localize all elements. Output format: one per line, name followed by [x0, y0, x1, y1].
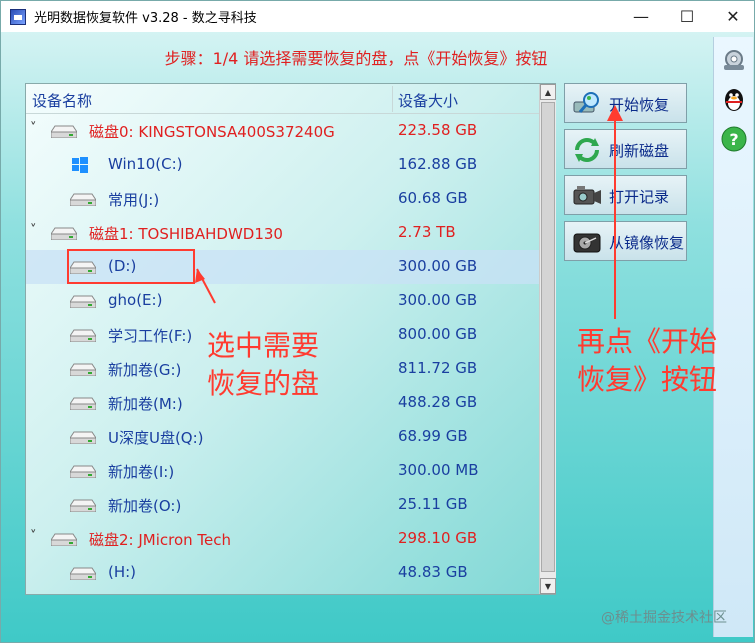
- device-name: 常用(J:): [108, 191, 160, 209]
- partition-row[interactable]: 常用(J:) 60.68 GB: [26, 182, 539, 216]
- refresh-disk-button[interactable]: 刷新磁盘: [564, 129, 687, 169]
- scroll-down-button[interactable]: ▼: [540, 578, 556, 594]
- device-name: 新加卷(M:): [108, 395, 183, 413]
- annotation-click-line-1: 再点《开始: [577, 325, 718, 358]
- column-header-size[interactable]: 设备大小: [398, 90, 458, 111]
- drive-icon: [69, 396, 97, 411]
- annotation-select-line-1: 选中需要: [207, 329, 320, 362]
- device-size: 488.28 GB: [398, 393, 478, 411]
- device-name: 新加卷(I:): [108, 463, 175, 481]
- hard-disk-icon: [50, 124, 78, 139]
- partition-row[interactable]: 新加卷(I:) 300.00 MB: [26, 454, 539, 488]
- title-bar: 光明数据恢复软件 v3.28 - 数之寻科技 — ☐ ✕: [1, 1, 754, 32]
- scroll-up-button[interactable]: ▲: [540, 84, 556, 100]
- drive-icon: [69, 294, 97, 309]
- device-size: 162.88 GB: [398, 155, 478, 173]
- device-name: 新加卷(G:): [108, 361, 182, 379]
- partition-row[interactable]: Win10(C:) 162.88 GB: [26, 148, 539, 182]
- maximize-icon: ☐: [679, 7, 695, 26]
- qq-penguin-icon[interactable]: [720, 85, 748, 113]
- disk-row[interactable]: ˅ 磁盘1: TOSHIBAHDWD130 2.73 TB: [26, 216, 539, 250]
- device-size: 25.11 GB: [398, 495, 468, 513]
- vertical-scrollbar[interactable]: ▲ ▼: [539, 84, 556, 594]
- close-button[interactable]: ✕: [710, 1, 754, 32]
- open-log-button[interactable]: 打开记录: [564, 175, 687, 215]
- side-toolbar: ?: [713, 37, 753, 637]
- device-name: (H:): [108, 563, 137, 581]
- device-size: 298.10 GB: [398, 529, 478, 547]
- device-name: U深度U盘(Q:): [108, 429, 204, 447]
- help-icon[interactable]: ?: [720, 125, 748, 153]
- refresh-disk-label: 刷新磁盘: [609, 142, 670, 160]
- annotation-click-start: 再点《开始 恢复》按钮: [577, 323, 717, 399]
- annotation-click-line-2: 恢复》按钮: [577, 363, 718, 396]
- column-divider[interactable]: [392, 86, 393, 112]
- device-size: 300.00 MB: [398, 461, 479, 479]
- device-size: 48.83 GB: [398, 563, 468, 581]
- device-size: 60.68 GB: [398, 189, 468, 207]
- device-size: 223.58 GB: [398, 121, 478, 139]
- svg-text:?: ?: [729, 130, 738, 149]
- drive-icon: [69, 192, 97, 207]
- device-name: 磁盘2: JMicron Tech: [89, 531, 232, 549]
- device-name: Win10(C:): [108, 155, 183, 173]
- collapse-toggle-icon[interactable]: ˅: [30, 121, 37, 136]
- hard-disk-icon: [50, 532, 78, 547]
- start-recovery-button[interactable]: 开始恢复: [564, 83, 687, 123]
- column-header-name[interactable]: 设备名称: [32, 90, 92, 111]
- device-size: 68.99 GB: [398, 427, 468, 445]
- device-size: 300.00 GB: [398, 291, 478, 309]
- device-name: gho(E:): [108, 291, 163, 309]
- window-controls: — ☐ ✕: [618, 1, 754, 32]
- partition-row[interactable]: (H:) 48.83 GB: [26, 556, 539, 590]
- disk-row[interactable]: ˅ 磁盘0: KINGSTONSA400S37240G 223.58 GB: [26, 114, 539, 148]
- open-log-label: 打开记录: [609, 188, 670, 206]
- drive-icon: [69, 430, 97, 445]
- drive-icon: [69, 566, 97, 581]
- selection-highlight-box: [67, 249, 195, 284]
- close-icon: ✕: [726, 7, 740, 26]
- collapse-toggle-icon[interactable]: ˅: [30, 223, 37, 238]
- minimize-button[interactable]: —: [618, 1, 664, 32]
- window-title: 光明数据恢复软件 v3.28 - 数之寻科技: [34, 11, 257, 26]
- watermark: @稀土掘金技术社区: [601, 610, 727, 626]
- drive-icon: [69, 498, 97, 513]
- camera-icon: [573, 186, 601, 205]
- app-window: 光明数据恢复软件 v3.28 - 数之寻科技 — ☐ ✕ 步骤：1/4 请选择需…: [0, 0, 755, 643]
- partition-row[interactable]: U深度U盘(Q:) 68.99 GB: [26, 420, 539, 454]
- device-name: 新加卷(O:): [108, 497, 182, 515]
- restore-from-image-button[interactable]: 从镜像恢复: [564, 221, 687, 261]
- device-size: 2.73 TB: [398, 223, 456, 241]
- device-size: 811.72 GB: [398, 359, 478, 377]
- annotation-select-line-2: 恢复的盘: [207, 367, 320, 400]
- windows-icon: [72, 157, 88, 173]
- drive-icon: [69, 362, 97, 377]
- maximize-button[interactable]: ☐: [664, 1, 710, 32]
- device-name: 学习工作(F:): [108, 327, 193, 345]
- device-name: 磁盘1: TOSHIBAHDWD130: [89, 225, 283, 243]
- annotation-select-disk: 选中需要 恢复的盘: [207, 327, 319, 403]
- drive-icon: [69, 328, 97, 343]
- drive-icon: [69, 464, 97, 479]
- minimize-icon: —: [633, 7, 649, 26]
- app-icon: [10, 8, 26, 25]
- magnifier-disk-icon: [573, 92, 599, 113]
- partition-row[interactable]: gho(E:) 300.00 GB: [26, 284, 539, 318]
- partition-row[interactable]: 新加卷(O:) 25.11 GB: [26, 488, 539, 522]
- scroll-thumb[interactable]: [541, 102, 555, 572]
- disk-row[interactable]: ˅ 磁盘2: JMicron Tech 298.10 GB: [26, 522, 539, 556]
- hard-disk-icon: [573, 233, 601, 253]
- collapse-toggle-icon[interactable]: ˅: [30, 529, 37, 544]
- step-instruction: 步骤：1/4 请选择需要恢复的盘，点《开始恢复》按钮: [164, 49, 548, 68]
- restore-from-image-label: 从镜像恢复: [609, 234, 685, 252]
- device-list-header: 设备名称 设备大小: [26, 84, 539, 114]
- device-size: 800.00 GB: [398, 325, 478, 343]
- device-size: 300.00 GB: [398, 257, 478, 275]
- refresh-icon: [575, 138, 599, 162]
- device-name: 磁盘0: KINGSTONSA400S37240G: [89, 123, 335, 141]
- settings-icon[interactable]: [720, 45, 748, 73]
- hard-disk-icon: [50, 226, 78, 241]
- start-recovery-label: 开始恢复: [609, 96, 670, 114]
